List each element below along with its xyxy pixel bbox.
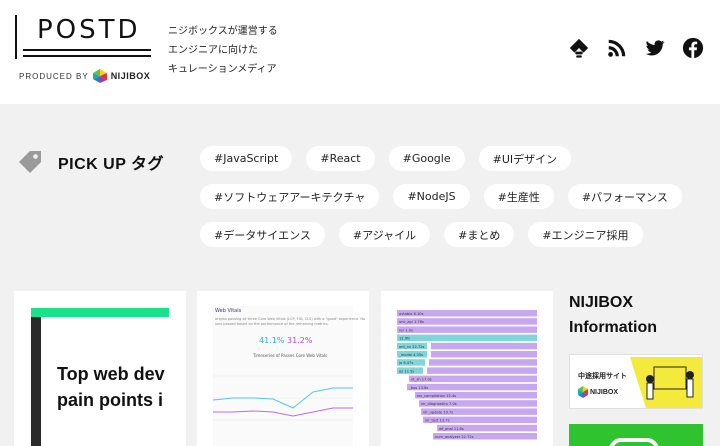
tag-link[interactable]: #NodeJS xyxy=(393,184,470,209)
tag-icon xyxy=(19,151,41,173)
flame-label: ent_nv 22.72s xyxy=(399,345,425,349)
tag-link[interactable]: #生産性 xyxy=(483,184,554,209)
flame-label: wf_anal 11.8s xyxy=(439,427,464,431)
thumbnail-heading: Web Vitals xyxy=(215,308,242,314)
tag-list: #JavaScript #React #Google #UIデザイン #ソフトウ… xyxy=(200,146,710,247)
nijibox-information-title: NIJIBOX Information xyxy=(569,290,719,340)
pickup-title: PICK UP タグ xyxy=(16,148,164,176)
thumbnail-line-chart xyxy=(213,375,353,421)
flame-label: nlr_update 19.7s xyxy=(423,410,453,414)
thumbnail-flame-chart: ovtable 6.10s unc_api 1.78s rer 1.9s 12.9fs… xyxy=(397,310,537,440)
flame-label: jo 6.47s xyxy=(398,361,413,365)
info-title-line: Information xyxy=(569,319,657,336)
tag-link[interactable]: #エンジニア採用 xyxy=(528,222,643,247)
nijibox-mark-icon xyxy=(578,386,588,398)
flame-bar xyxy=(429,359,537,366)
banner-illustration xyxy=(570,355,702,408)
card-title-line: Top web dev xyxy=(57,364,165,384)
site-tagline: ニジボックスが運営する エンジニアに向けた キュレーションメディア xyxy=(168,25,278,76)
tag-link[interactable]: #ソフトウェアアーキテクチャ xyxy=(200,184,380,209)
thumbnail-text: origins passing all three Core Web Vital… xyxy=(215,317,366,321)
logo-underline xyxy=(23,55,151,57)
flame-label: 12.9fs xyxy=(399,337,410,341)
flame-label: ex 11.5s xyxy=(399,369,414,373)
card-thumbnail: Web Vitals origins passing all three Cor… xyxy=(213,306,365,446)
flame-bar xyxy=(431,342,537,350)
tag-link[interactable]: #React xyxy=(306,146,375,171)
thumbnail-pct-b: 31.2% xyxy=(287,336,313,345)
flame-label: _box 13.8s xyxy=(408,386,428,390)
twitter-icon[interactable] xyxy=(644,37,666,59)
produced-by-brand: NIJIBOX xyxy=(110,71,151,81)
card-thumbnail: ovtable 6.10s unc_api 1.78s rer 1.9s 12.9fs… xyxy=(397,306,537,446)
card-title-line: pain points i xyxy=(57,390,163,410)
article-card[interactable]: ovtable 6.10s unc_api 1.78s rer 1.9s 12.9fs… xyxy=(381,291,553,446)
flame-bar xyxy=(397,334,537,342)
banner-brand: NIJIBOX xyxy=(590,389,619,396)
thumbnail-pct-a: 41.1% xyxy=(259,336,285,345)
flame-bar xyxy=(431,351,537,358)
flame-bar xyxy=(427,367,537,374)
feedly-icon[interactable] xyxy=(568,37,590,59)
thumbnail-text: ions passed based on the performance of … xyxy=(215,322,329,326)
card-thumbnail-title: Top web dev pain points i xyxy=(57,361,186,413)
tag-link[interactable]: #JavaScript xyxy=(200,146,293,171)
article-card[interactable]: Web Vitals origins passing all three Cor… xyxy=(197,291,369,446)
tagline-line: キュレーションメディア xyxy=(168,64,277,75)
rss-icon[interactable] xyxy=(606,37,628,59)
logo-underline xyxy=(23,49,151,51)
tag-link[interactable]: #アジャイル xyxy=(338,222,431,247)
tag-link[interactable]: #まとめ xyxy=(444,222,515,247)
card-accent-bar xyxy=(31,308,169,317)
logo-wordmark: POSTD xyxy=(37,15,141,45)
flame-bar xyxy=(397,326,537,333)
card-image-edge xyxy=(31,317,41,446)
nijibox-mark-icon xyxy=(92,69,107,83)
tag-link[interactable]: #UIデザイン xyxy=(478,146,572,171)
produced-by-label: PRODUCED BY xyxy=(19,71,89,81)
pickup-tags-section: PICK UP タグ #JavaScript #React #Google #U… xyxy=(0,104,720,266)
banner-text: 中途採用サイト xyxy=(578,372,627,380)
site-header: POSTD PRODUCED BY NIJIBOX ニジボックスが運営する エン… xyxy=(0,0,720,104)
green-banner-ring xyxy=(609,438,659,446)
flame-label: rer 1.9s xyxy=(399,328,413,332)
flame-label: nlr_diagnostics 7.0s xyxy=(421,402,457,406)
social-links xyxy=(568,37,704,59)
flame-label: nlr_test 13.7s xyxy=(425,419,450,423)
article-card[interactable]: Top web dev pain points i xyxy=(14,291,186,446)
produced-by: PRODUCED BY NIJIBOX xyxy=(19,69,150,83)
flame-label: num_analyzer 22.72s xyxy=(435,435,474,439)
tag-link[interactable]: #パフォーマンス xyxy=(567,184,682,209)
flame-label: nt_sh 17.0s xyxy=(411,378,432,382)
info-title-line: NIJIBOX xyxy=(569,294,634,311)
flame-label: ovtable 6.10s xyxy=(399,312,424,316)
tagline-line: ニジボックスが運営する xyxy=(168,26,278,37)
flame-label: unc_api 1.78s xyxy=(399,320,424,324)
pickup-label: PICK UP タグ xyxy=(58,156,165,173)
recruit-banner[interactable]: 中途採用サイト NIJIBOX xyxy=(569,354,703,409)
postd-logo[interactable]: POSTD PRODUCED BY NIJIBOX xyxy=(15,15,155,83)
tagline-line: エンジニアに向けた xyxy=(168,45,258,56)
green-banner[interactable] xyxy=(569,424,703,446)
tag-link[interactable]: #Google xyxy=(388,146,465,171)
tag-link[interactable]: #データサイエンス xyxy=(200,222,325,247)
flame-label: ivx_compilation 15.4s xyxy=(417,394,456,398)
flame-label: _modal 4.35s xyxy=(398,353,423,357)
facebook-icon[interactable] xyxy=(682,37,704,59)
